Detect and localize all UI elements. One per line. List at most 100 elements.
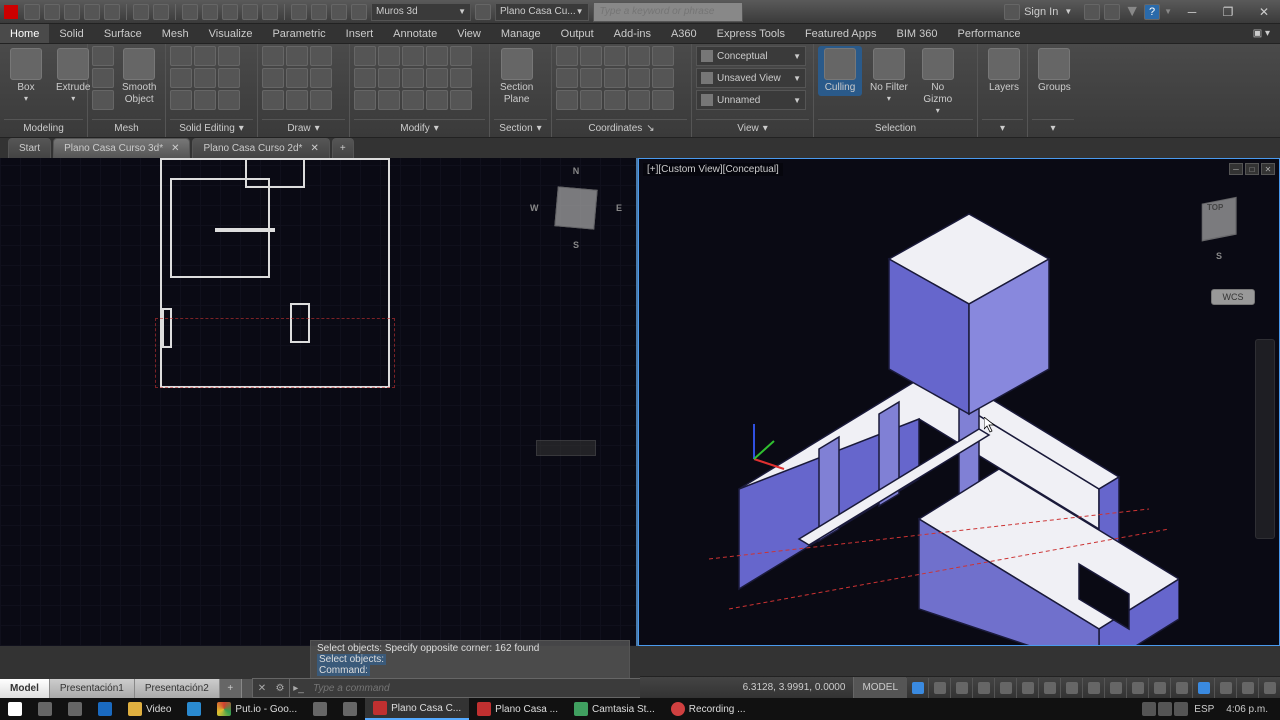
- panel-title-modeling[interactable]: Modeling: [4, 119, 83, 137]
- mesh-btn3[interactable]: [92, 90, 114, 110]
- ribbon-tab-featured[interactable]: Featured Apps: [795, 24, 887, 43]
- sb-arrow-icon[interactable]: [950, 678, 972, 698]
- qat-workspace-icon[interactable]: [182, 4, 198, 20]
- sign-in-button[interactable]: Sign In▼: [996, 4, 1080, 20]
- viewport-label[interactable]: [+][Custom View][Conceptual]: [643, 163, 783, 176]
- saved-view-combo[interactable]: Unsaved View▼: [696, 68, 806, 88]
- ie-button[interactable]: [179, 698, 209, 720]
- co-14[interactable]: [628, 90, 650, 110]
- ribbon-tab-performance[interactable]: Performance: [947, 24, 1030, 43]
- panel-title-layers[interactable]: ▾: [982, 119, 1023, 137]
- mo-11[interactable]: [354, 90, 376, 110]
- dr-1[interactable]: [262, 46, 284, 66]
- language-indicator[interactable]: ESP: [1190, 704, 1218, 715]
- viewport-3d[interactable]: [+][Custom View][Conceptual] ─ □ ✕ S TOP…: [638, 158, 1280, 646]
- mo-3[interactable]: [402, 46, 424, 66]
- se-3[interactable]: [218, 46, 240, 66]
- app2-button[interactable]: [335, 698, 365, 720]
- panel-title-view[interactable]: View ▾: [696, 119, 809, 137]
- ribbon-tab-home[interactable]: Home: [0, 24, 49, 43]
- window-maximize-button[interactable]: ❐: [1212, 1, 1244, 23]
- ribbon-tab-annotate[interactable]: Annotate: [383, 24, 447, 43]
- co-2[interactable]: [580, 46, 602, 66]
- no-filter-button[interactable]: No Filter▾: [864, 46, 914, 106]
- se-9[interactable]: [218, 90, 240, 110]
- ribbon-tab-view[interactable]: View: [447, 24, 491, 43]
- sb-transp-icon[interactable]: [1126, 678, 1148, 698]
- layers-button[interactable]: Layers: [982, 46, 1026, 96]
- vp-maximize-button[interactable]: □: [1245, 163, 1259, 175]
- groups-button[interactable]: Groups: [1032, 46, 1077, 96]
- taskview-button[interactable]: [60, 698, 90, 720]
- panel-title-modify[interactable]: Modify ▾: [354, 119, 485, 137]
- sb-3dosnap-icon[interactable]: [1060, 678, 1082, 698]
- layer-freeze-icon[interactable]: [311, 4, 327, 20]
- chrome-button[interactable]: Put.io - Goo...: [209, 698, 305, 720]
- sb-cycle-icon[interactable]: [1148, 678, 1170, 698]
- layer-color-icon[interactable]: [351, 4, 367, 20]
- smooth-object-button[interactable]: Smooth Object: [116, 46, 162, 108]
- dr-7[interactable]: [262, 90, 284, 110]
- sb-grid-icon[interactable]: [906, 678, 928, 698]
- ribbon-collapse-button[interactable]: ▣ ▾: [1243, 24, 1280, 43]
- mo-8[interactable]: [402, 68, 424, 88]
- app-logo-icon[interactable]: [4, 5, 18, 19]
- qat-redo-icon[interactable]: [153, 4, 169, 20]
- clock[interactable]: 4:06 p.m.: [1220, 704, 1274, 715]
- camtasia-button[interactable]: Camtasia St...: [566, 698, 663, 720]
- autocad1-button[interactable]: Plano Casa C...: [365, 698, 469, 720]
- co-10[interactable]: [652, 68, 674, 88]
- file-tab-new[interactable]: +: [332, 138, 354, 158]
- mo-15[interactable]: [450, 90, 472, 110]
- window-minimize-button[interactable]: ─: [1176, 1, 1208, 23]
- co-7[interactable]: [580, 68, 602, 88]
- cmd-customize-button[interactable]: ⚙: [271, 679, 289, 697]
- sb-lwt-icon[interactable]: [1104, 678, 1126, 698]
- dr-8[interactable]: [286, 90, 308, 110]
- panel-title-section[interactable]: Section ▾: [494, 119, 547, 137]
- layer-combo[interactable]: Muros 3d ▼: [371, 3, 471, 21]
- ribbon-tab-visualize[interactable]: Visualize: [199, 24, 263, 43]
- viewcube-icon[interactable]: [554, 186, 597, 229]
- box-button[interactable]: Box▾: [4, 46, 48, 106]
- dr-5[interactable]: [286, 68, 308, 88]
- ribbon-tab-addins[interactable]: Add-ins: [604, 24, 661, 43]
- dr-4[interactable]: [262, 68, 284, 88]
- tray-chevron-icon[interactable]: [1142, 702, 1156, 716]
- panel-title-groups[interactable]: ▾: [1032, 119, 1074, 137]
- ribbon-tab-mesh[interactable]: Mesh: [152, 24, 199, 43]
- qat-btn10-icon[interactable]: [222, 4, 238, 20]
- sb-iso-icon[interactable]: [1016, 678, 1038, 698]
- mo-2[interactable]: [378, 46, 400, 66]
- navigation-bar-icon[interactable]: [1255, 339, 1275, 539]
- wcs-badge[interactable]: WCS: [1211, 289, 1255, 305]
- vp-minimize-button[interactable]: ─: [1229, 163, 1243, 175]
- mo-4[interactable]: [426, 46, 448, 66]
- co-13[interactable]: [604, 90, 626, 110]
- qat-new-icon[interactable]: [24, 4, 40, 20]
- ribbon-tab-parametric[interactable]: Parametric: [262, 24, 335, 43]
- mesh-btn1[interactable]: [92, 46, 114, 66]
- qat-saveas-icon[interactable]: [84, 4, 100, 20]
- sb-ortho-icon[interactable]: [972, 678, 994, 698]
- qat-match-icon[interactable]: [202, 4, 218, 20]
- tray-volume-icon[interactable]: [1174, 702, 1188, 716]
- co-15[interactable]: [652, 90, 674, 110]
- help-search-input[interactable]: [593, 2, 743, 22]
- co-4[interactable]: [628, 46, 650, 66]
- culling-button[interactable]: Culling: [818, 46, 862, 96]
- layout-tab-p2[interactable]: Presentación2: [135, 679, 220, 698]
- se-7[interactable]: [170, 90, 192, 110]
- qat-save-icon[interactable]: [64, 4, 80, 20]
- edge-button[interactable]: [90, 698, 120, 720]
- qat-open-icon[interactable]: [44, 4, 60, 20]
- dr-3[interactable]: [310, 46, 332, 66]
- panel-title-solid-editing[interactable]: Solid Editing ▾: [170, 119, 253, 137]
- mo-6[interactable]: [354, 68, 376, 88]
- mo-9[interactable]: [426, 68, 448, 88]
- sb-hw-icon[interactable]: [1192, 678, 1214, 698]
- visual-style-combo[interactable]: Conceptual▼: [696, 46, 806, 66]
- mesh-btn2[interactable]: [92, 68, 114, 88]
- se-8[interactable]: [194, 90, 216, 110]
- layout-tab-p1[interactable]: Presentación1: [50, 679, 135, 698]
